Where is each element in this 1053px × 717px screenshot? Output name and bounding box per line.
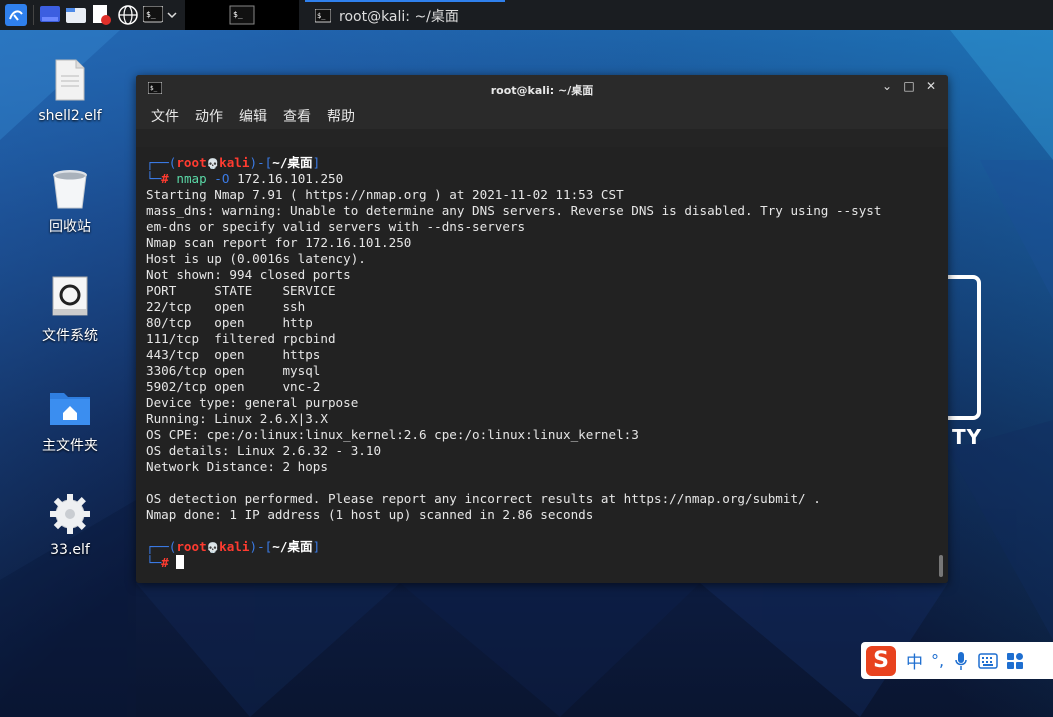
taskbar: $_ $_ $_ root@kali: ~/桌面: [0, 0, 1053, 30]
output-line: mass_dns: warning: Unable to determine a…: [146, 203, 882, 218]
drive-icon: [48, 275, 92, 319]
close-button[interactable]: ✕: [922, 79, 940, 93]
microphone-icon[interactable]: [954, 651, 968, 671]
prompt-host: kali: [219, 155, 250, 170]
menu-file[interactable]: 文件: [151, 106, 179, 126]
command-name: nmap: [176, 171, 207, 186]
taskbar-terminal-task[interactable]: $_ root@kali: ~/桌面: [305, 0, 505, 30]
ime-toolbar: S 中 °,: [861, 642, 1053, 679]
terminal-launcher-icon[interactable]: $_: [141, 0, 165, 30]
trash-icon: [48, 166, 92, 210]
output-line: 111/tcp filtered rpcbind: [146, 331, 336, 346]
workspace-switcher[interactable]: $_: [185, 0, 299, 30]
prompt-host: kali: [219, 539, 250, 554]
skull-icon: 💀: [206, 543, 220, 554]
ime-mode-toggle[interactable]: 中: [906, 648, 923, 673]
file-manager-icon[interactable]: [63, 0, 89, 30]
workspace-thumbnail-icon: $_: [229, 5, 255, 25]
menu-view[interactable]: 查看: [283, 106, 311, 126]
output-line: PORT STATE SERVICE: [146, 283, 336, 298]
text-editor-icon[interactable]: [89, 0, 115, 30]
svg-text:$_: $_: [146, 10, 156, 19]
desktop-icon-home[interactable]: 主文件夹: [20, 385, 120, 455]
output-line: Not shown: 994 closed ports: [146, 267, 351, 282]
output-line: Nmap done: 1 IP address (1 host up) scan…: [146, 507, 594, 522]
output-line: Running: Linux 2.6.X|3.X: [146, 411, 328, 426]
command-line: └─# nmap -O 172.16.101.250: [146, 171, 344, 186]
output-line: OS CPE: cpe:/o:linux:linux_kernel:2.6 cp…: [146, 427, 639, 442]
terminal-output[interactable]: ┌──(root💀kali)-[~/桌面] └─# nmap -O 172.16…: [136, 147, 948, 583]
terminal-scrollbar[interactable]: [939, 555, 943, 577]
desktop-icon-label: 33.elf: [50, 542, 90, 558]
terminal-window[interactable]: $_ root@kali: ~/桌面 ⌄ □ ✕ 文件 动作 编辑 查看 帮助 …: [136, 75, 948, 583]
output-line: 443/tcp open https: [146, 347, 321, 362]
terminal-title: root@kali: ~/桌面: [490, 84, 594, 97]
output-line: 3306/tcp open mysql: [146, 363, 321, 378]
output-line: Network Distance: 2 hops: [146, 459, 328, 474]
prompt-user: root: [176, 539, 207, 554]
desktop-icon-label: shell2.elf: [38, 108, 102, 124]
prompt-line: ┌──(root💀kali)-[~/桌面]: [146, 539, 321, 554]
menu-edit[interactable]: 编辑: [239, 106, 267, 126]
prompt-line: ┌──(root💀kali)-[~/桌面]: [146, 155, 321, 170]
terminal-titlebar[interactable]: $_ root@kali: ~/桌面 ⌄ □ ✕: [136, 75, 948, 103]
desktop-icon-label: 主文件夹: [42, 438, 98, 454]
chevron-down-icon[interactable]: [165, 0, 179, 30]
output-line: OS detection performed. Please report an…: [146, 491, 821, 506]
terminal-menubar: 文件 动作 编辑 查看 帮助: [136, 103, 948, 129]
output-line: Device type: general purpose: [146, 395, 359, 410]
output-line: Nmap scan report for 172.16.101.250: [146, 235, 412, 250]
file-icon: [48, 58, 92, 102]
desktop-icon-33elf[interactable]: 33.elf: [20, 492, 120, 558]
toolbox-grid-icon[interactable]: [1006, 652, 1024, 670]
home-folder-icon: [48, 385, 92, 429]
command-output: Starting Nmap 7.91 ( https://nmap.org ) …: [146, 187, 938, 523]
prompt-user: root: [176, 155, 207, 170]
background-logo-shape: [948, 275, 981, 420]
output-line: 80/tcp open http: [146, 315, 313, 330]
menu-help[interactable]: 帮助: [327, 106, 355, 126]
keyboard-icon[interactable]: [978, 652, 998, 669]
ime-punctuation-toggle[interactable]: °,: [931, 651, 944, 670]
desktop-icon-filesystem[interactable]: 文件系统: [20, 275, 120, 345]
skull-icon: 💀: [206, 159, 220, 170]
minimize-button[interactable]: ⌄: [878, 79, 896, 93]
output-line: 5902/tcp open vnc-2: [146, 379, 321, 394]
svg-text:$_: $_: [233, 10, 243, 19]
prompt-hash: #: [161, 555, 169, 570]
command-arg: 172.16.101.250: [237, 171, 344, 186]
background-logo-text: TY: [952, 425, 983, 449]
prompt-dir: ~/桌面: [272, 155, 313, 170]
desktop-icon-label: 文件系统: [42, 328, 98, 344]
desktop-icon-trash[interactable]: 回收站: [20, 166, 120, 236]
show-desktop-icon[interactable]: [37, 0, 63, 30]
maximize-button[interactable]: □: [900, 79, 918, 93]
terminal-icon: $_: [315, 9, 331, 23]
prompt-hash: #: [161, 171, 169, 186]
kali-menu-icon[interactable]: [2, 0, 30, 30]
taskbar-task-title: root@kali: ~/桌面: [339, 9, 459, 25]
gear-file-icon: [48, 492, 92, 536]
desktop-icon-label: 回收站: [49, 219, 91, 235]
taskbar-separator: [33, 5, 34, 25]
command-line[interactable]: └─#: [146, 555, 938, 571]
prompt-dir: ~/桌面: [272, 539, 313, 554]
menu-action[interactable]: 动作: [195, 106, 223, 126]
output-line: 22/tcp open ssh: [146, 299, 306, 314]
output-line: OS details: Linux 2.6.32 - 3.10: [146, 443, 382, 458]
desktop-icon-shell2[interactable]: shell2.elf: [20, 58, 120, 124]
browser-icon[interactable]: [115, 0, 141, 30]
output-line: Host is up (0.0016s latency).: [146, 251, 366, 266]
text-cursor: [176, 555, 185, 569]
output-line: Starting Nmap 7.91 ( https://nmap.org ) …: [146, 187, 624, 202]
command-flag: -O: [214, 171, 230, 186]
sogou-logo-icon[interactable]: S: [866, 645, 896, 676]
svg-text:$_: $_: [317, 12, 326, 20]
output-line: em-dns or specify valid servers with --d…: [146, 219, 526, 234]
